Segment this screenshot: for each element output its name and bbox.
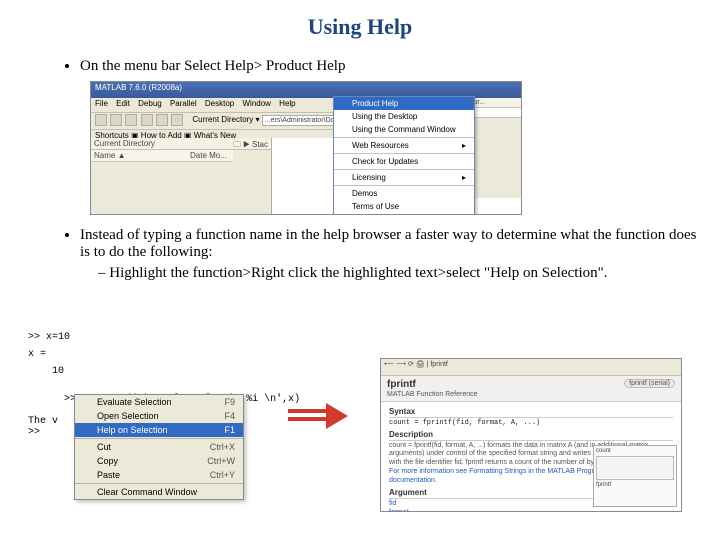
menu-using-desktop[interactable]: Using the Desktop xyxy=(334,110,474,123)
menu-terms[interactable]: Terms of Use xyxy=(334,200,474,213)
tool-icon[interactable] xyxy=(95,114,107,126)
panel-header: Current Directory 🗀 ▶ Stac xyxy=(91,138,271,150)
bullet-2: Instead of typing a function name in the… xyxy=(80,227,700,282)
bullet-1: On the menu bar Select Help> Product Hel… xyxy=(80,58,700,75)
screenshot-help-browser: ⟵ ⟶ ⟳ 🖨 | fprintf fprintf fprintf (seria… xyxy=(380,358,682,512)
help-description-heading: Description xyxy=(389,430,673,441)
menu-debug[interactable]: Debug xyxy=(138,99,162,108)
tool-icon[interactable] xyxy=(171,114,183,126)
col-date[interactable]: Date Mo... xyxy=(187,150,230,161)
menu-demos[interactable]: Demos xyxy=(334,187,474,200)
ctx-open-selection[interactable]: Open SelectionF4 xyxy=(75,409,243,423)
screenshot-matlab-help-menu: MATLAB 7.6.0 (R2008a) File Edit Debug Pa… xyxy=(90,81,522,215)
ctx-clear-command-window[interactable]: Clear Command Window xyxy=(75,485,243,499)
bullet-2-sub: Highlight the function>Right click the h… xyxy=(110,265,700,282)
arrow-icon xyxy=(288,405,352,427)
ctx-paste[interactable]: PasteCtrl+Y xyxy=(75,468,243,482)
help-diagram: count fprintf xyxy=(593,445,677,507)
help-related-pill[interactable]: fprintf (serial) xyxy=(624,379,675,388)
menu-edit[interactable]: Edit xyxy=(116,99,130,108)
context-menu: Evaluate SelectionF9 Open SelectionF4 He… xyxy=(74,394,244,500)
help-toolbar: ⟵ ⟶ ⟳ 🖨 | fprintf xyxy=(381,359,681,376)
ctx-copy[interactable]: CopyCtrl+W xyxy=(75,454,243,468)
menu-parallel[interactable]: Parallel xyxy=(170,99,197,108)
cmd-line: 10 xyxy=(28,366,282,377)
menu-check-updates[interactable]: Check for Updates xyxy=(334,155,474,168)
tool-icon[interactable] xyxy=(110,114,122,126)
menu-window[interactable]: Window xyxy=(242,99,270,108)
menu-patents[interactable]: Patents xyxy=(334,213,474,215)
slide-title: Using Help xyxy=(20,14,700,40)
current-directory-panel: Current Directory 🗀 ▶ Stac Name ▲ Date M… xyxy=(91,138,272,214)
menu-using-command-window[interactable]: Using the Command Window xyxy=(334,123,474,136)
current-directory-label: Current Directory ▾ xyxy=(192,115,259,124)
menu-product-help[interactable]: Product Help xyxy=(334,97,474,110)
help-syntax-code: count = fprintf(fid, format, A, ...) xyxy=(389,419,673,427)
cmd-line: >> x=10 xyxy=(28,332,282,343)
ctx-help-on-selection[interactable]: Help on SelectionF1 xyxy=(75,423,243,437)
tool-icon[interactable] xyxy=(156,114,168,126)
help-fn-name: fprintf xyxy=(387,379,416,390)
ctx-cut[interactable]: CutCtrl+X xyxy=(75,440,243,454)
menu-licensing[interactable]: Licensing▸ xyxy=(334,171,474,184)
col-name[interactable]: Name ▲ xyxy=(91,150,187,161)
menu-help[interactable]: Help xyxy=(279,99,295,108)
help-arg-item: format xyxy=(389,509,673,512)
menu-desktop[interactable]: Desktop xyxy=(205,99,234,108)
help-dropdown: Product Help Using the Desktop Using the… xyxy=(333,96,475,215)
menu-file[interactable]: File xyxy=(95,99,108,108)
tool-icon[interactable] xyxy=(125,114,137,126)
screenshot-command-window: >> x=10 x = 10 >> fprintf('The value of … xyxy=(28,332,282,438)
help-ref-label: MATLAB Function Reference xyxy=(387,391,675,398)
menu-web-resources[interactable]: Web Resources▸ xyxy=(334,139,474,152)
ctx-evaluate-selection[interactable]: Evaluate SelectionF9 xyxy=(75,395,243,409)
help-syntax-heading: Syntax xyxy=(389,407,673,418)
tool-icon[interactable] xyxy=(141,114,153,126)
cmd-line: x = xyxy=(28,349,282,360)
